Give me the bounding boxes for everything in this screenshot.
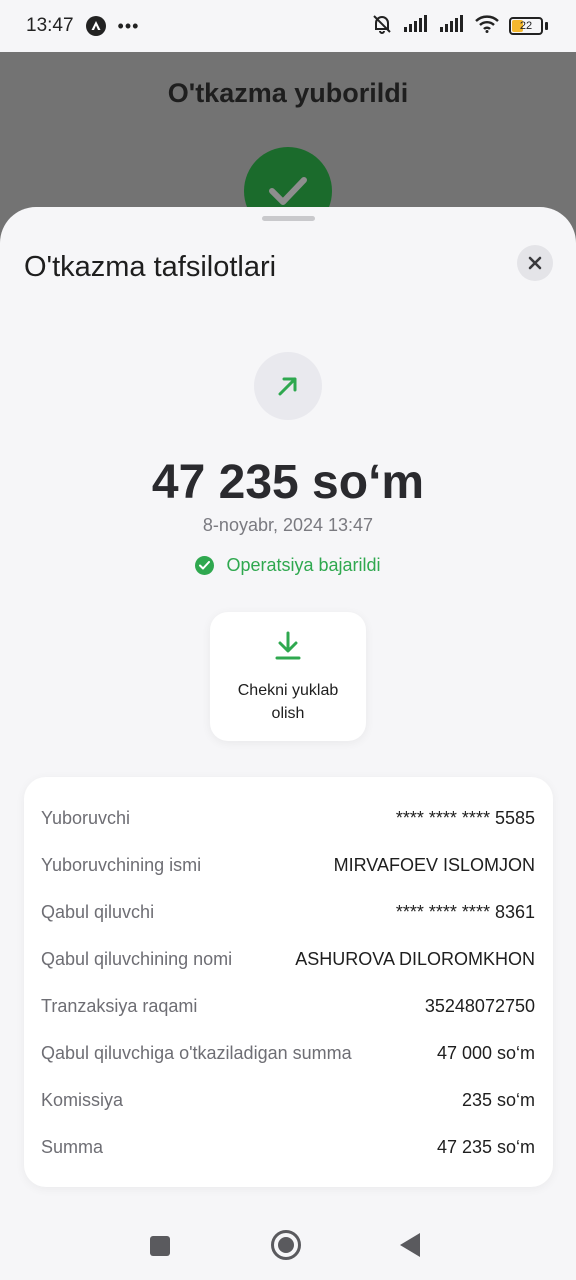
transfer-date: 8-noyabr, 2024 13:47	[202, 515, 374, 535]
detail-value: 47 000 so‘m	[436, 1043, 535, 1063]
battery-level: 22	[519, 20, 533, 32]
detail-label: Qabul qiluvchi	[41, 902, 155, 922]
detail-value: MIRVAFOEV ISLOMJON	[333, 855, 535, 875]
detail-label: Yuboruvchining ismi	[41, 855, 202, 875]
operation-status-text: Operatsiya bajarildi	[226, 555, 381, 575]
detail-value: 235 so‘m	[461, 1090, 535, 1110]
operation-status: Operatsiya bajarildi	[0, 555, 576, 576]
detail-row-transaction-number: Tranzaksiya raqami 35248072750	[41, 983, 535, 1030]
detail-row-recipient-name: Qabul qiluvchining nomi ASHUROVA DILOROM…	[41, 936, 535, 983]
status-bar: 13:47 ••• 22	[0, 0, 576, 52]
more-dots-icon: •••	[117, 15, 140, 36]
outgoing-arrow-icon	[254, 352, 322, 420]
signal-icon	[439, 14, 465, 38]
detail-row-received-amount: Qabul qiluvchiga o'tkaziladigan summa 47…	[41, 1030, 535, 1077]
system-nav-bar	[0, 1210, 576, 1280]
home-button[interactable]	[271, 1230, 301, 1260]
status-time: 13:47	[26, 15, 74, 36]
details-card: Yuboruvchi **** **** **** 5585 Yuboruvch…	[24, 777, 553, 1187]
background-title: O'tkazma yuborildi	[167, 78, 409, 108]
detail-value: **** **** **** 8361	[395, 902, 535, 922]
transfer-details-sheet: O'tkazma tafsilotlari 47 235 so‘m 8-noya…	[0, 207, 576, 1210]
bell-off-icon	[371, 13, 393, 40]
detail-label: Summa	[41, 1137, 104, 1157]
status-left: 13:47 •••	[26, 15, 139, 37]
home-icon	[278, 1237, 294, 1253]
detail-row-recipient: Qabul qiluvchi **** **** **** 8361	[41, 889, 535, 936]
sheet-drag-handle[interactable]	[262, 216, 315, 221]
signal-icon	[403, 14, 429, 38]
recents-button[interactable]	[150, 1236, 170, 1256]
close-icon	[528, 256, 542, 270]
status-right: 22	[371, 13, 548, 40]
app-icon	[85, 16, 106, 36]
download-receipt-button[interactable]: Chekni yuklab olish	[210, 612, 366, 741]
battery-icon: 22	[509, 17, 543, 35]
detail-value: ASHUROVA DILOROMKHON	[295, 949, 535, 969]
back-button[interactable]	[400, 1233, 420, 1257]
detail-value: **** **** **** 5585	[395, 808, 535, 828]
detail-label: Qabul qiluvchining nomi	[41, 949, 233, 969]
detail-row-sender: Yuboruvchi **** **** **** 5585	[41, 795, 535, 842]
transfer-amount: 47 235 so‘m	[151, 456, 425, 509]
detail-label: Yuboruvchi	[41, 808, 131, 828]
close-button[interactable]	[517, 245, 553, 281]
detail-row-commission: Komissiya 235 so‘m	[41, 1077, 535, 1124]
detail-value: 47 235 so‘m	[436, 1137, 535, 1157]
detail-label: Komissiya	[41, 1090, 124, 1110]
download-receipt-label: Chekni yuklab olish	[237, 682, 339, 722]
wifi-icon	[475, 14, 499, 38]
detail-row-sender-name: Yuboruvchining ismi MIRVAFOEV ISLOMJON	[41, 842, 535, 889]
download-icon	[275, 631, 301, 666]
detail-value: 35248072750	[424, 996, 535, 1016]
detail-row-total: Summa 47 235 so‘m	[41, 1124, 535, 1171]
sheet-title: O'tkazma tafsilotlari	[24, 251, 277, 283]
detail-label: Qabul qiluvchiga o'tkaziladigan summa	[41, 1043, 352, 1063]
check-circle-icon	[195, 556, 215, 575]
battery-tip	[545, 22, 548, 30]
detail-label: Tranzaksiya raqami	[41, 996, 198, 1016]
